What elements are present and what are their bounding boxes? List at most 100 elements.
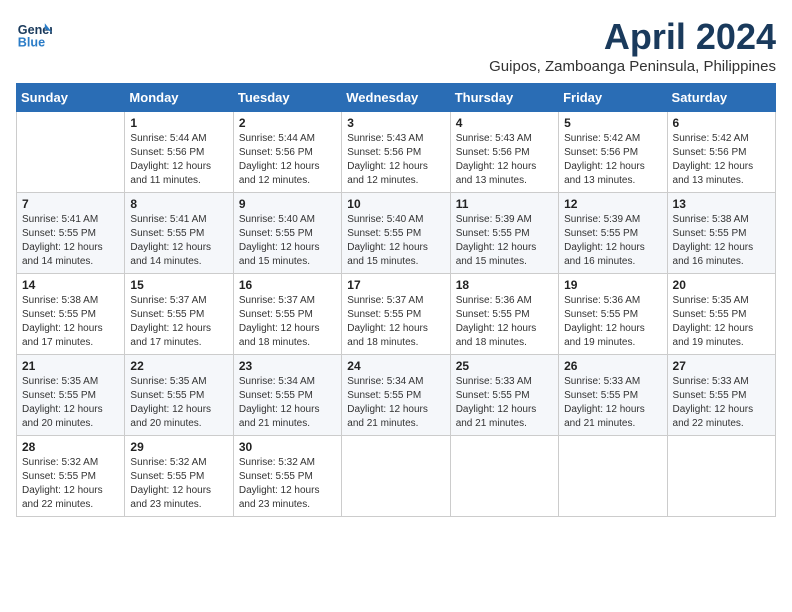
day-info: Sunrise: 5:36 AM Sunset: 5:55 PM Dayligh… (564, 294, 661, 350)
day-info: Sunrise: 5:35 AM Sunset: 5:55 PM Dayligh… (130, 375, 227, 431)
day-number: 7 (22, 197, 119, 211)
day-info: Sunrise: 5:35 AM Sunset: 5:55 PM Dayligh… (22, 375, 119, 431)
day-number: 4 (456, 116, 553, 130)
calendar-cell: 9 Sunrise: 5:40 AM Sunset: 5:55 PM Daylig… (233, 193, 341, 274)
day-info: Sunrise: 5:39 AM Sunset: 5:55 PM Dayligh… (456, 213, 553, 269)
day-number: 30 (239, 440, 336, 454)
day-info: Sunrise: 5:42 AM Sunset: 5:56 PM Dayligh… (673, 132, 770, 188)
logo: General Blue (16, 16, 52, 52)
calendar-cell: 2 Sunrise: 5:44 AM Sunset: 5:56 PM Daylig… (233, 112, 341, 193)
header: General Blue April 2024 Guipos, Zamboang… (16, 16, 776, 75)
calendar-cell (450, 436, 558, 517)
calendar-cell: 11 Sunrise: 5:39 AM Sunset: 5:55 PM Dayli… (450, 193, 558, 274)
day-number: 9 (239, 197, 336, 211)
calendar-cell: 20 Sunrise: 5:35 AM Sunset: 5:55 PM Dayli… (667, 274, 775, 355)
day-info: Sunrise: 5:33 AM Sunset: 5:55 PM Dayligh… (456, 375, 553, 431)
day-number: 28 (22, 440, 119, 454)
day-number: 20 (673, 278, 770, 292)
day-info: Sunrise: 5:37 AM Sunset: 5:55 PM Dayligh… (347, 294, 444, 350)
calendar-week-row: 21 Sunrise: 5:35 AM Sunset: 5:55 PM Dayli… (17, 355, 776, 436)
day-info: Sunrise: 5:33 AM Sunset: 5:55 PM Dayligh… (673, 375, 770, 431)
day-info: Sunrise: 5:36 AM Sunset: 5:55 PM Dayligh… (456, 294, 553, 350)
day-info: Sunrise: 5:43 AM Sunset: 5:56 PM Dayligh… (456, 132, 553, 188)
logo-icon: General Blue (16, 16, 52, 52)
day-number: 17 (347, 278, 444, 292)
day-info: Sunrise: 5:40 AM Sunset: 5:55 PM Dayligh… (239, 213, 336, 269)
day-info: Sunrise: 5:33 AM Sunset: 5:55 PM Dayligh… (564, 375, 661, 431)
calendar-day-header: Thursday (450, 84, 558, 112)
day-number: 5 (564, 116, 661, 130)
svg-text:Blue: Blue (18, 36, 45, 50)
calendar-cell: 25 Sunrise: 5:33 AM Sunset: 5:55 PM Dayli… (450, 355, 558, 436)
day-info: Sunrise: 5:34 AM Sunset: 5:55 PM Dayligh… (239, 375, 336, 431)
day-info: Sunrise: 5:35 AM Sunset: 5:55 PM Dayligh… (673, 294, 770, 350)
calendar-cell: 26 Sunrise: 5:33 AM Sunset: 5:55 PM Dayli… (559, 355, 667, 436)
calendar-cell: 5 Sunrise: 5:42 AM Sunset: 5:56 PM Daylig… (559, 112, 667, 193)
calendar-cell: 1 Sunrise: 5:44 AM Sunset: 5:56 PM Daylig… (125, 112, 233, 193)
calendar-day-header: Tuesday (233, 84, 341, 112)
title-area: April 2024 Guipos, Zamboanga Peninsula, … (489, 16, 776, 75)
day-number: 3 (347, 116, 444, 130)
calendar-cell: 24 Sunrise: 5:34 AM Sunset: 5:55 PM Dayli… (342, 355, 450, 436)
calendar-cell: 16Sunrise: 5:37 AM Sunset: 5:55 PM Dayli… (233, 274, 341, 355)
calendar-week-row: 14Sunrise: 5:38 AM Sunset: 5:55 PM Dayli… (17, 274, 776, 355)
calendar-cell: 6 Sunrise: 5:42 AM Sunset: 5:56 PM Daylig… (667, 112, 775, 193)
day-number: 21 (22, 359, 119, 373)
day-number: 23 (239, 359, 336, 373)
calendar-day-header: Wednesday (342, 84, 450, 112)
day-number: 24 (347, 359, 444, 373)
calendar-cell: 19 Sunrise: 5:36 AM Sunset: 5:55 PM Dayli… (559, 274, 667, 355)
day-info: Sunrise: 5:41 AM Sunset: 5:55 PM Dayligh… (22, 213, 119, 269)
calendar-cell: 13Sunrise: 5:38 AM Sunset: 5:55 PM Dayli… (667, 193, 775, 274)
calendar-cell: 23 Sunrise: 5:34 AM Sunset: 5:55 PM Dayli… (233, 355, 341, 436)
day-number: 11 (456, 197, 553, 211)
calendar-cell: 10Sunrise: 5:40 AM Sunset: 5:55 PM Dayli… (342, 193, 450, 274)
day-number: 26 (564, 359, 661, 373)
day-number: 2 (239, 116, 336, 130)
calendar-cell (17, 112, 125, 193)
calendar-day-header: Monday (125, 84, 233, 112)
day-number: 22 (130, 359, 227, 373)
calendar-cell (559, 436, 667, 517)
day-info: Sunrise: 5:44 AM Sunset: 5:56 PM Dayligh… (239, 132, 336, 188)
calendar-cell: 17 Sunrise: 5:37 AM Sunset: 5:55 PM Dayli… (342, 274, 450, 355)
day-number: 8 (130, 197, 227, 211)
day-number: 16 (239, 278, 336, 292)
calendar-day-header: Saturday (667, 84, 775, 112)
day-number: 12 (564, 197, 661, 211)
calendar-cell: 21 Sunrise: 5:35 AM Sunset: 5:55 PM Dayli… (17, 355, 125, 436)
day-info: Sunrise: 5:32 AM Sunset: 5:55 PM Dayligh… (22, 456, 119, 512)
calendar-cell: 8Sunrise: 5:41 AM Sunset: 5:55 PM Daylig… (125, 193, 233, 274)
day-number: 18 (456, 278, 553, 292)
day-info: Sunrise: 5:43 AM Sunset: 5:56 PM Dayligh… (347, 132, 444, 188)
calendar-day-header: Sunday (17, 84, 125, 112)
day-info: Sunrise: 5:37 AM Sunset: 5:55 PM Dayligh… (130, 294, 227, 350)
calendar-cell: 22 Sunrise: 5:35 AM Sunset: 5:55 PM Dayli… (125, 355, 233, 436)
calendar-cell (667, 436, 775, 517)
calendar-week-row: 1 Sunrise: 5:44 AM Sunset: 5:56 PM Daylig… (17, 112, 776, 193)
calendar-day-header: Friday (559, 84, 667, 112)
day-number: 6 (673, 116, 770, 130)
calendar-cell: 30 Sunrise: 5:32 AM Sunset: 5:55 PM Dayli… (233, 436, 341, 517)
calendar-cell: 14Sunrise: 5:38 AM Sunset: 5:55 PM Dayli… (17, 274, 125, 355)
day-info: Sunrise: 5:39 AM Sunset: 5:55 PM Dayligh… (564, 213, 661, 269)
calendar-cell: 4 Sunrise: 5:43 AM Sunset: 5:56 PM Daylig… (450, 112, 558, 193)
day-number: 13 (673, 197, 770, 211)
day-number: 10 (347, 197, 444, 211)
day-number: 25 (456, 359, 553, 373)
calendar-cell: 27 Sunrise: 5:33 AM Sunset: 5:55 PM Dayli… (667, 355, 775, 436)
day-number: 19 (564, 278, 661, 292)
day-info: Sunrise: 5:32 AM Sunset: 5:55 PM Dayligh… (239, 456, 336, 512)
month-title: April 2024 (489, 16, 776, 58)
day-number: 27 (673, 359, 770, 373)
calendar-week-row: 28 Sunrise: 5:32 AM Sunset: 5:55 PM Dayli… (17, 436, 776, 517)
day-info: Sunrise: 5:32 AM Sunset: 5:55 PM Dayligh… (130, 456, 227, 512)
day-number: 14 (22, 278, 119, 292)
day-info: Sunrise: 5:34 AM Sunset: 5:55 PM Dayligh… (347, 375, 444, 431)
day-info: Sunrise: 5:44 AM Sunset: 5:56 PM Dayligh… (130, 132, 227, 188)
calendar-cell: 7 Sunrise: 5:41 AM Sunset: 5:55 PM Daylig… (17, 193, 125, 274)
day-info: Sunrise: 5:42 AM Sunset: 5:56 PM Dayligh… (564, 132, 661, 188)
day-number: 1 (130, 116, 227, 130)
calendar-cell: 3 Sunrise: 5:43 AM Sunset: 5:56 PM Daylig… (342, 112, 450, 193)
calendar-header-row: SundayMondayTuesdayWednesdayThursdayFrid… (17, 84, 776, 112)
